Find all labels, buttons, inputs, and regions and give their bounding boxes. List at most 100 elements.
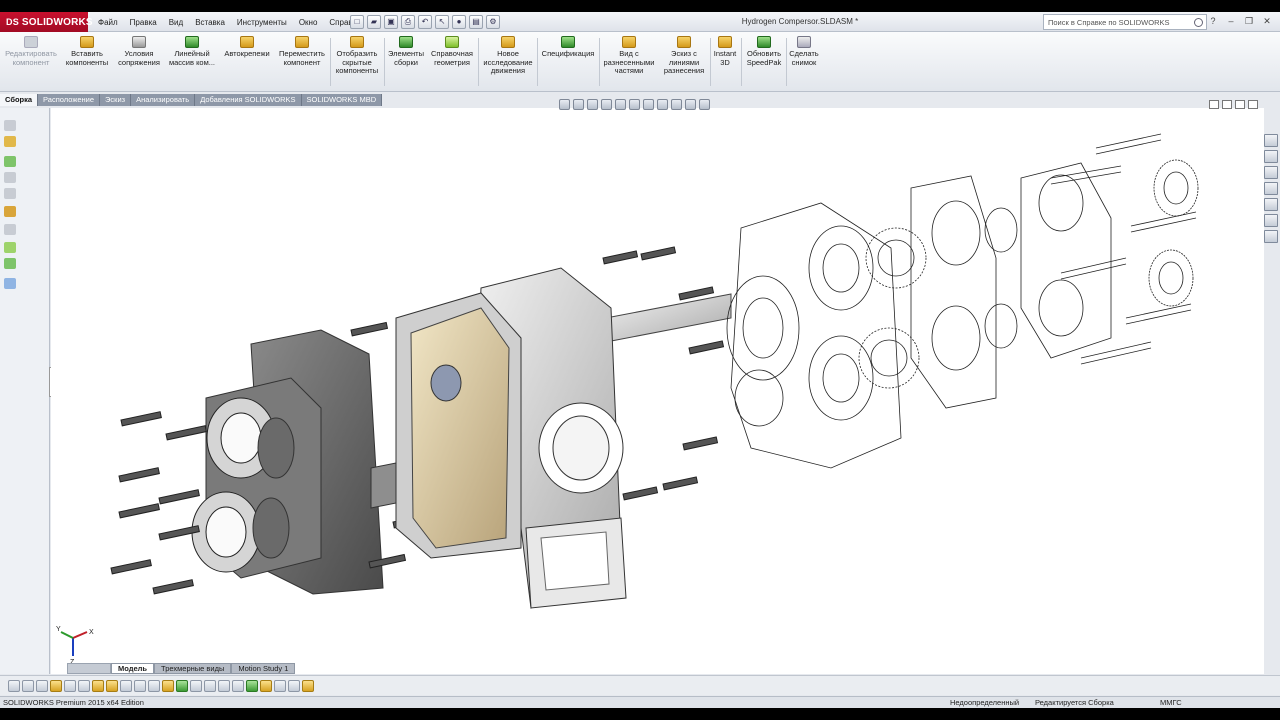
search-icon[interactable] bbox=[1194, 17, 1203, 27]
design-library-icon[interactable] bbox=[1264, 150, 1278, 163]
tool-15-icon[interactable] bbox=[204, 679, 216, 692]
tab-sketch[interactable]: Эскиз bbox=[100, 94, 132, 106]
menu-edit[interactable]: Правка bbox=[124, 18, 163, 27]
tool-4-icon[interactable] bbox=[50, 679, 62, 692]
tool-22-icon[interactable] bbox=[302, 679, 314, 692]
tab-model[interactable]: Модель bbox=[111, 663, 155, 674]
options-gear-icon[interactable]: ⚙ bbox=[486, 15, 500, 29]
mate-group-icon[interactable] bbox=[4, 242, 16, 253]
select-pointer-icon[interactable]: ↖ bbox=[435, 15, 449, 29]
instant3d-button[interactable]: Instant 3D bbox=[711, 36, 739, 67]
menu-insert[interactable]: Вставка bbox=[189, 18, 231, 27]
display-manager-icon[interactable] bbox=[4, 188, 16, 199]
menu-view[interactable]: Вид bbox=[163, 18, 189, 27]
zoom-to-area-icon[interactable] bbox=[573, 98, 584, 110]
minimize-icon[interactable]: – bbox=[1224, 15, 1238, 28]
menu-tools[interactable]: Инструменты bbox=[231, 18, 293, 27]
tool-3-icon[interactable] bbox=[36, 679, 48, 692]
tool-17-icon[interactable] bbox=[232, 679, 244, 692]
sum-icon[interactable] bbox=[134, 679, 146, 692]
mate-button[interactable]: Условия сопряжения bbox=[114, 36, 164, 67]
bom-button[interactable]: Спецификация bbox=[539, 36, 597, 59]
feature-tree-icon[interactable] bbox=[4, 120, 16, 131]
previous-view-icon[interactable] bbox=[587, 98, 598, 110]
apply-scene-icon[interactable] bbox=[685, 98, 696, 110]
tab-addins[interactable]: Добавления SOLIDWORKS bbox=[195, 94, 302, 106]
help-question-icon[interactable]: ? bbox=[1206, 15, 1220, 28]
view-palette-icon[interactable] bbox=[1264, 182, 1278, 195]
filter-icon[interactable] bbox=[4, 224, 16, 235]
configuration-manager-icon[interactable] bbox=[4, 156, 16, 167]
tab-3d-views[interactable]: Трехмерные виды bbox=[154, 663, 232, 674]
help-search-input[interactable]: Поиск в Справке по SOLIDWORKS bbox=[1043, 14, 1207, 30]
new-document-icon[interactable]: □ bbox=[350, 15, 364, 29]
solidworks-forum-icon[interactable] bbox=[1264, 230, 1278, 243]
dimxpert-icon[interactable] bbox=[4, 172, 16, 183]
motion-study-button[interactable]: Новое исследование движения bbox=[480, 36, 536, 76]
menu-file[interactable]: Файл bbox=[92, 18, 124, 27]
tool-18-icon[interactable] bbox=[246, 679, 258, 692]
edit-component-button[interactable]: Редактировать компонент bbox=[3, 36, 59, 67]
dynamic-annotation-icon[interactable] bbox=[615, 98, 626, 110]
tab-mbd[interactable]: SOLIDWORKS MBD bbox=[301, 94, 383, 106]
tool-21-icon[interactable] bbox=[288, 679, 300, 692]
tool-8-icon[interactable] bbox=[106, 679, 118, 692]
print-icon[interactable]: ⎙ bbox=[401, 15, 415, 29]
undo-icon[interactable]: ↶ bbox=[418, 15, 432, 29]
tool-20-icon[interactable] bbox=[274, 679, 286, 692]
view-orientation-icon[interactable] bbox=[629, 98, 640, 110]
exploded-view-button[interactable]: Вид с разнесенными частями bbox=[601, 36, 657, 76]
tool-19-icon[interactable] bbox=[260, 679, 272, 692]
tab-evaluate[interactable]: Анализировать bbox=[131, 94, 196, 106]
close-icon[interactable]: ✕ bbox=[1260, 15, 1274, 28]
viewport-maximize-icon[interactable] bbox=[1235, 100, 1245, 109]
viewport-minimize-icon[interactable] bbox=[1209, 100, 1219, 109]
appearances-icon[interactable] bbox=[1264, 198, 1278, 211]
property-manager-icon[interactable] bbox=[4, 136, 16, 147]
rebuild-icon[interactable]: ● bbox=[452, 15, 466, 29]
tool-13-icon[interactable] bbox=[176, 679, 188, 692]
tool-5-icon[interactable] bbox=[64, 679, 76, 692]
viewport-restore-icon[interactable] bbox=[1222, 100, 1232, 109]
tool-2-icon[interactable] bbox=[22, 679, 34, 692]
restore-icon[interactable]: ❐ bbox=[1242, 15, 1256, 28]
open-folder-icon[interactable]: ▰ bbox=[367, 15, 381, 29]
status-units[interactable]: ММГС bbox=[1160, 697, 1182, 708]
move-component-button[interactable]: Переместить компонент bbox=[276, 36, 328, 67]
tool-14-icon[interactable] bbox=[190, 679, 202, 692]
sensor-icon[interactable] bbox=[4, 258, 16, 269]
file-explorer-icon[interactable] bbox=[1264, 166, 1278, 179]
solidworks-logo[interactable]: DS SOLIDWORKS bbox=[0, 12, 93, 32]
show-hidden-button[interactable]: Отобразить скрытые компоненты bbox=[332, 36, 382, 76]
tool-1-icon[interactable] bbox=[8, 679, 20, 692]
tool-6-icon[interactable] bbox=[78, 679, 90, 692]
reference-geometry-button[interactable]: Справочная геометрия bbox=[428, 36, 476, 67]
tab-layout[interactable]: Расположение bbox=[38, 94, 101, 106]
display-style-icon[interactable] bbox=[643, 98, 654, 110]
tab-scroll-arrows[interactable] bbox=[67, 663, 111, 674]
hide-show-items-icon[interactable] bbox=[657, 98, 668, 110]
annotation-icon[interactable] bbox=[4, 278, 16, 289]
tool-9-icon[interactable] bbox=[120, 679, 132, 692]
tab-motion-study[interactable]: Motion Study 1 bbox=[231, 663, 296, 674]
part-icon[interactable] bbox=[4, 206, 16, 217]
section-view-icon[interactable] bbox=[601, 98, 612, 110]
save-icon[interactable]: ▣ bbox=[384, 15, 398, 29]
smart-fasteners-button[interactable]: Автокрепежи bbox=[220, 36, 274, 59]
linear-pattern-button[interactable]: Линейный массив ком... bbox=[166, 36, 218, 67]
edit-appearance-icon[interactable] bbox=[671, 98, 682, 110]
tool-16-icon[interactable] bbox=[218, 679, 230, 692]
warning-icon[interactable] bbox=[162, 679, 174, 692]
assembly-features-button[interactable]: Элементы сборки bbox=[386, 36, 426, 67]
tool-7-icon[interactable] bbox=[92, 679, 104, 692]
menu-window[interactable]: Окно bbox=[293, 18, 324, 27]
zoom-to-fit-icon[interactable] bbox=[559, 98, 570, 110]
tab-assembly[interactable]: Сборка bbox=[0, 94, 39, 106]
viewport-close-icon[interactable] bbox=[1248, 100, 1258, 109]
file-properties-icon[interactable]: ▤ bbox=[469, 15, 483, 29]
tool-11-icon[interactable] bbox=[148, 679, 160, 692]
insert-components-button[interactable]: Вставить компоненты bbox=[62, 36, 112, 67]
explode-line-sketch-button[interactable]: Эскиз с линиями разнесения bbox=[659, 36, 709, 76]
take-snapshot-button[interactable]: Сделать снимок bbox=[788, 36, 820, 67]
solidworks-resources-icon[interactable] bbox=[1264, 134, 1278, 147]
